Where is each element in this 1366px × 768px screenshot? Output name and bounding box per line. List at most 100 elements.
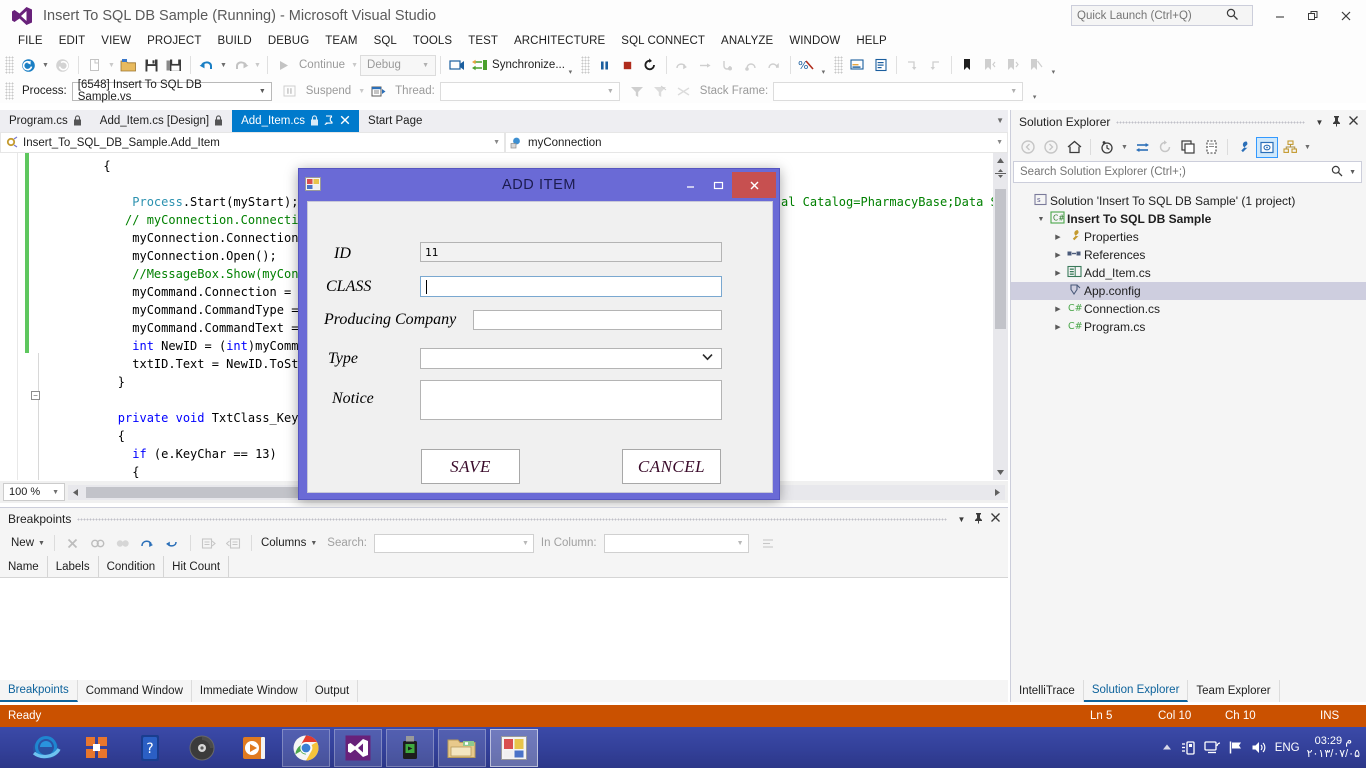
solution-explorer-search-input[interactable]	[1014, 166, 1326, 178]
pin-icon[interactable]	[1328, 115, 1345, 130]
close-icon[interactable]	[1345, 115, 1362, 129]
add-item-dialog[interactable]: ADD ITEM ID CLASS Producing	[298, 168, 780, 521]
vertical-scroll-thumb[interactable]	[995, 189, 1006, 329]
save-button[interactable]: SAVE	[421, 449, 520, 484]
properties-icon[interactable]	[1233, 137, 1255, 158]
right-tab-solution-explorer[interactable]: Solution Explorer	[1083, 680, 1189, 702]
debug-toolbar-overflow-icon[interactable]: ▾	[1029, 93, 1040, 103]
synchronize-overflow-icon[interactable]: ▾	[565, 68, 576, 79]
document-tab-add-item-cs[interactable]: Add_Item.cs	[232, 110, 360, 132]
toolbar-grip[interactable]	[5, 82, 14, 100]
stop-debugging-icon[interactable]	[616, 54, 639, 76]
in-column-combo[interactable]: ▼	[603, 533, 749, 553]
expander-expand-icon[interactable]: ▶	[1051, 251, 1065, 259]
help-icon[interactable]: ?	[126, 729, 174, 767]
comment-selection-icon[interactable]	[846, 54, 869, 76]
column-header-name[interactable]: Name	[0, 556, 48, 577]
expander-expand-icon[interactable]: ▶	[1051, 269, 1065, 277]
menu-item-file[interactable]: FILE	[10, 33, 51, 49]
bottom-tab-breakpoints[interactable]: Breakpoints	[0, 680, 78, 702]
class-view-icon[interactable]	[1279, 137, 1301, 158]
network-icon[interactable]	[1204, 740, 1221, 755]
internet-explorer-icon[interactable]	[22, 729, 70, 767]
column-header-hit-count[interactable]: Hit Count	[164, 556, 230, 577]
chevron-down-icon[interactable]	[702, 353, 721, 364]
menu-item-sql[interactable]: SQL	[366, 33, 405, 49]
tree-item-app-config[interactable]: App.config	[1011, 282, 1366, 300]
usb-drive-icon[interactable]	[386, 728, 434, 767]
hex-dropdown-icon[interactable]: ▾	[818, 68, 829, 79]
chevron-down-icon[interactable]: ▼	[1311, 118, 1328, 127]
right-tab-team-explorer[interactable]: Team Explorer	[1188, 680, 1280, 702]
chevron-down-icon[interactable]: ▼	[953, 515, 970, 524]
scroll-right-icon[interactable]	[990, 485, 1005, 500]
save-all-icon[interactable]	[163, 54, 186, 76]
solution-explorer-search-box[interactable]: ▼	[1013, 161, 1362, 183]
expander-expand-icon[interactable]: ▶	[1051, 233, 1065, 241]
bottom-tab-output[interactable]: Output	[307, 680, 359, 702]
clock[interactable]: 03:29 م ۲۰۱۳/۰۷/۰۵	[1307, 735, 1360, 761]
menu-item-architecture[interactable]: ARCHITECTURE	[506, 33, 613, 49]
menu-item-help[interactable]: HELP	[848, 33, 894, 49]
quick-launch-box[interactable]	[1071, 5, 1253, 26]
undo-icon[interactable]	[195, 54, 218, 76]
thread-combo[interactable]: ▼	[439, 81, 620, 101]
bottom-tab-immediate-window[interactable]: Immediate Window	[192, 680, 307, 702]
action-center-flag-icon[interactable]	[1228, 740, 1244, 755]
right-tab-intellitrace[interactable]: IntelliTrace	[1011, 680, 1084, 702]
split-view-icon[interactable]	[994, 168, 1007, 179]
home-icon[interactable]	[1063, 137, 1085, 158]
expander-expand-icon[interactable]: ▶	[1051, 305, 1065, 313]
minimize-button[interactable]	[1263, 0, 1296, 31]
menu-item-team[interactable]: TEAM	[317, 33, 365, 49]
break-all-icon[interactable]	[593, 54, 616, 76]
menu-item-debug[interactable]: DEBUG	[260, 33, 317, 49]
new-breakpoint-button[interactable]: New ▼	[8, 533, 48, 553]
search-icon[interactable]	[1222, 8, 1242, 24]
collapse-all-icon[interactable]	[1177, 137, 1199, 158]
go-to-disassembly-icon[interactable]	[161, 533, 184, 553]
bottom-tab-command-window[interactable]: Command Window	[78, 680, 192, 702]
column-header-condition[interactable]: Condition	[99, 556, 165, 577]
thread-icon[interactable]	[367, 80, 390, 102]
scroll-down-icon[interactable]	[993, 465, 1008, 480]
tree-item-solution-insert-to-sql-db-sample-1-project[interactable]: s Solution 'Insert To SQL DB Sample' (1 p…	[1011, 192, 1366, 210]
close-icon[interactable]	[987, 512, 1004, 526]
media-disc-icon[interactable]	[178, 729, 226, 767]
menu-item-project[interactable]: PROJECT	[139, 33, 209, 49]
class-input[interactable]	[420, 276, 722, 297]
menu-item-window[interactable]: WINDOW	[781, 33, 848, 49]
document-tab-start-page[interactable]: Start Page	[359, 110, 431, 132]
pending-changes-dropdown-icon[interactable]: ▼	[1119, 144, 1130, 151]
sync-with-active-document-icon[interactable]	[1131, 137, 1153, 158]
file-explorer-icon[interactable]	[438, 728, 486, 767]
tree-item-add-item-cs[interactable]: ▶ Add_Item.cs	[1011, 264, 1366, 282]
close-icon[interactable]	[340, 115, 350, 128]
restart-icon[interactable]	[639, 54, 662, 76]
editor-vertical-scrollbar[interactable]	[993, 153, 1008, 480]
search-icon[interactable]	[1325, 165, 1349, 180]
media-player-icon[interactable]	[230, 729, 278, 767]
show-hidden-icons-icon[interactable]	[1161, 743, 1173, 752]
save-icon[interactable]	[140, 54, 163, 76]
language-indicator[interactable]: ENG	[1275, 742, 1300, 754]
document-tab-program-cs[interactable]: Program.cs	[0, 110, 91, 132]
toolbar-overflow-icon[interactable]: ▾	[1048, 68, 1059, 79]
microsoft-office-icon[interactable]	[74, 729, 122, 767]
toolbar-grip[interactable]	[833, 56, 843, 74]
menu-item-analyze[interactable]: ANALYZE	[713, 33, 781, 49]
scroll-up-icon[interactable]	[993, 153, 1008, 168]
continue-label[interactable]: Continue	[295, 59, 349, 71]
tree-item-program-cs[interactable]: ▶ C# Program.cs	[1011, 318, 1366, 336]
member-navigation-combo[interactable]: myConnection ▼	[505, 132, 1008, 153]
go-to-source-code-icon[interactable]	[136, 533, 159, 553]
navigate-back-dropdown-icon[interactable]: ▼	[40, 62, 51, 69]
search-options-dropdown-icon[interactable]: ▼	[1349, 169, 1361, 176]
bookmark-icon[interactable]	[956, 54, 979, 76]
panel-drag-handle[interactable]	[77, 511, 947, 527]
stack-frame-combo[interactable]: ▼	[773, 81, 1024, 101]
zoom-level-combo[interactable]: 100 % ▼	[3, 483, 65, 501]
google-chrome-icon[interactable]	[282, 728, 330, 767]
removable-media-icon[interactable]	[1180, 740, 1197, 756]
tree-item-insert-to-sql-db-sample[interactable]: ▼ C# Insert To SQL DB Sample	[1011, 210, 1366, 228]
